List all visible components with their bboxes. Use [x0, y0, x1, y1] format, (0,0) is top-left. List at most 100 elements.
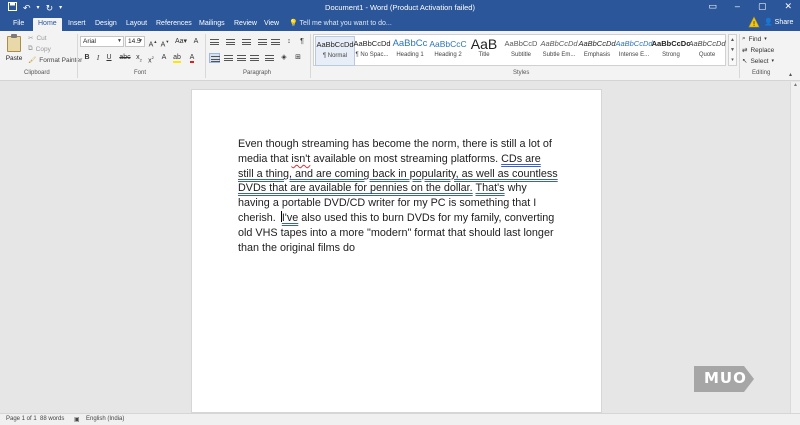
more-icon[interactable]: ▾ — [729, 55, 736, 65]
tab-file[interactable]: File — [8, 18, 29, 31]
decrease-indent-icon[interactable] — [257, 37, 268, 47]
align-right-icon[interactable] — [236, 53, 247, 63]
grow-font-icon[interactable]: A▲ — [148, 37, 158, 48]
multilevel-list-icon[interactable] — [241, 37, 252, 47]
warning-icon[interactable]: ! — [748, 16, 760, 28]
align-center-icon[interactable] — [223, 53, 234, 63]
tab-insert[interactable]: Insert — [63, 18, 91, 31]
style-title[interactable]: AaB Title — [464, 36, 504, 66]
word-count[interactable]: 88 words — [40, 416, 64, 422]
styles-group-label: Styles — [513, 70, 530, 76]
page-count[interactable]: Page 1 of 1 — [6, 416, 37, 422]
style-strong[interactable]: AaBbCcDc Strong — [651, 36, 691, 66]
underline-button[interactable]: U — [104, 53, 114, 63]
spelling-error[interactable]: isn't — [291, 153, 310, 165]
line-spacing-icon[interactable] — [264, 53, 275, 63]
tab-home[interactable]: Home — [33, 18, 62, 31]
find-button[interactable]: ⌕ Find ▾ — [742, 35, 767, 43]
scissors-icon: ✂ — [28, 35, 34, 42]
style-preview: AaBbCc — [392, 38, 428, 49]
shading-icon[interactable]: ◈ — [279, 53, 289, 63]
copy-label: Copy — [35, 45, 51, 53]
style-name: Quote — [698, 52, 716, 58]
cut-button[interactable]: ✂ Cut — [28, 34, 47, 43]
font-size-select[interactable]: 14.5 ▼ — [125, 36, 145, 47]
font-color-icon[interactable]: A — [187, 53, 197, 63]
align-left-icon[interactable] — [209, 53, 220, 63]
replace-button[interactable]: ⇄ Replace — [742, 46, 774, 55]
increase-indent-icon[interactable] — [270, 37, 281, 47]
style-preview: AaBbCcDd — [615, 39, 653, 48]
select-button[interactable]: ↖ Select ▾ — [742, 57, 774, 66]
collapse-ribbon-icon[interactable]: ▴ — [789, 71, 792, 78]
text-effects-icon[interactable]: A — [159, 53, 169, 63]
style-name: Subtle Em... — [542, 52, 576, 58]
vertical-scrollbar[interactable]: ▲ — [790, 82, 800, 413]
subscript-button[interactable]: x2 — [134, 53, 144, 63]
sort-icon[interactable]: ↕ — [284, 37, 294, 47]
superscript-button[interactable]: x2 — [146, 53, 156, 64]
strikethrough-button[interactable]: abc — [119, 53, 131, 63]
paste-button[interactable]: Paste — [4, 34, 24, 68]
style-subtitle[interactable]: AaBbCcD Subtitle — [501, 36, 541, 66]
justify-icon[interactable] — [249, 53, 260, 63]
copy-button[interactable]: ⧉ Copy — [28, 45, 51, 53]
cut-label: Cut — [36, 34, 47, 42]
borders-icon[interactable]: ⊞ — [293, 53, 303, 63]
style-name: Strong — [662, 52, 680, 58]
tell-me-placeholder: Tell me what you want to do... — [299, 20, 392, 27]
tab-mailings[interactable]: Mailings — [194, 18, 230, 31]
tab-references[interactable]: References — [151, 18, 197, 31]
font-name-select[interactable]: Arial ▼ — [80, 36, 124, 47]
tab-review[interactable]: Review — [229, 18, 262, 31]
ribbon-display-icon[interactable]: ▭ — [708, 1, 717, 12]
grammar-suggestion[interactable]: That's — [476, 182, 505, 194]
style-heading-1[interactable]: AaBbCc Heading 1 — [390, 36, 430, 66]
pilcrow-icon[interactable]: ¶ — [297, 37, 307, 47]
chevron-down-icon[interactable]: ▼ — [729, 45, 736, 55]
highlight-icon[interactable]: ab — [172, 53, 182, 63]
style-heading-2[interactable]: AaBbCcC Heading 2 — [428, 36, 468, 66]
paintbrush-icon: 🖌 — [28, 57, 37, 64]
style-normal[interactable]: AaBbCcDd ¶ Normal — [315, 36, 355, 66]
shrink-font-icon[interactable]: A▼ — [160, 37, 170, 48]
chevron-up-icon[interactable]: ▲ — [729, 35, 736, 45]
select-label: Select — [750, 57, 769, 65]
italic-button[interactable]: I — [93, 53, 103, 63]
style-emphasis[interactable]: AaBbCcDd Emphasis — [577, 36, 617, 66]
style-preview: AaBbCcDd — [316, 40, 354, 49]
scroll-up-icon[interactable]: ▲ — [791, 82, 800, 88]
change-case-icon[interactable]: Aa▾ — [174, 37, 188, 47]
bullets-icon[interactable] — [209, 37, 220, 47]
minimize-icon[interactable]: – — [735, 1, 740, 12]
style-preview: AaBbCcD — [504, 39, 538, 48]
style-no-spacing[interactable]: AaBbCcDd ¶ No Spac... — [352, 36, 392, 66]
watermark-text: MUO — [704, 369, 747, 387]
tab-view[interactable]: View — [259, 18, 284, 31]
font-group-label: Font — [134, 70, 147, 76]
numbering-icon[interactable] — [225, 37, 236, 47]
proofing-icon[interactable]: ▣ — [74, 416, 80, 423]
tab-design[interactable]: Design — [90, 18, 122, 31]
window-title: Document1 - Word (Product Activation fai… — [325, 3, 475, 12]
share-button[interactable]: 👤 Share — [764, 17, 793, 29]
close-icon[interactable]: ✕ — [784, 1, 792, 12]
styles-gallery-scroll[interactable]: ▲ ▼ ▾ — [728, 34, 737, 66]
format-painter-button[interactable]: 🖌 Format Painter — [28, 56, 82, 65]
tell-me-search[interactable]: 💡 Tell me what you want to do... — [289, 18, 392, 30]
style-subtle-emphasis[interactable]: AaBbCcDd Subtle Em... — [539, 36, 579, 66]
paragraph-group-label: Paragraph — [243, 70, 272, 76]
document-paragraph[interactable]: Even though streaming has become the nor… — [238, 137, 558, 255]
grammar-suggestion[interactable]: I've — [282, 212, 298, 224]
clear-formatting-icon[interactable]: A — [191, 37, 201, 47]
lightbulb-icon: 💡 — [289, 20, 298, 27]
styles-gallery: AaBbCcDd ¶ Normal AaBbCcDd ¶ No Spac... … — [313, 34, 726, 66]
maximize-icon[interactable]: ▢ — [758, 1, 767, 12]
tab-layout[interactable]: Layout — [121, 18, 152, 31]
replace-icon: ⇄ — [742, 47, 748, 54]
style-intense-emphasis[interactable]: AaBbCcDd Intense E... — [614, 36, 654, 66]
bold-button[interactable]: B — [82, 53, 92, 63]
language-indicator[interactable]: English (India) — [86, 416, 124, 422]
style-quote[interactable]: AaBbCcDd Quote — [687, 36, 727, 66]
style-name: Heading 2 — [434, 52, 462, 58]
